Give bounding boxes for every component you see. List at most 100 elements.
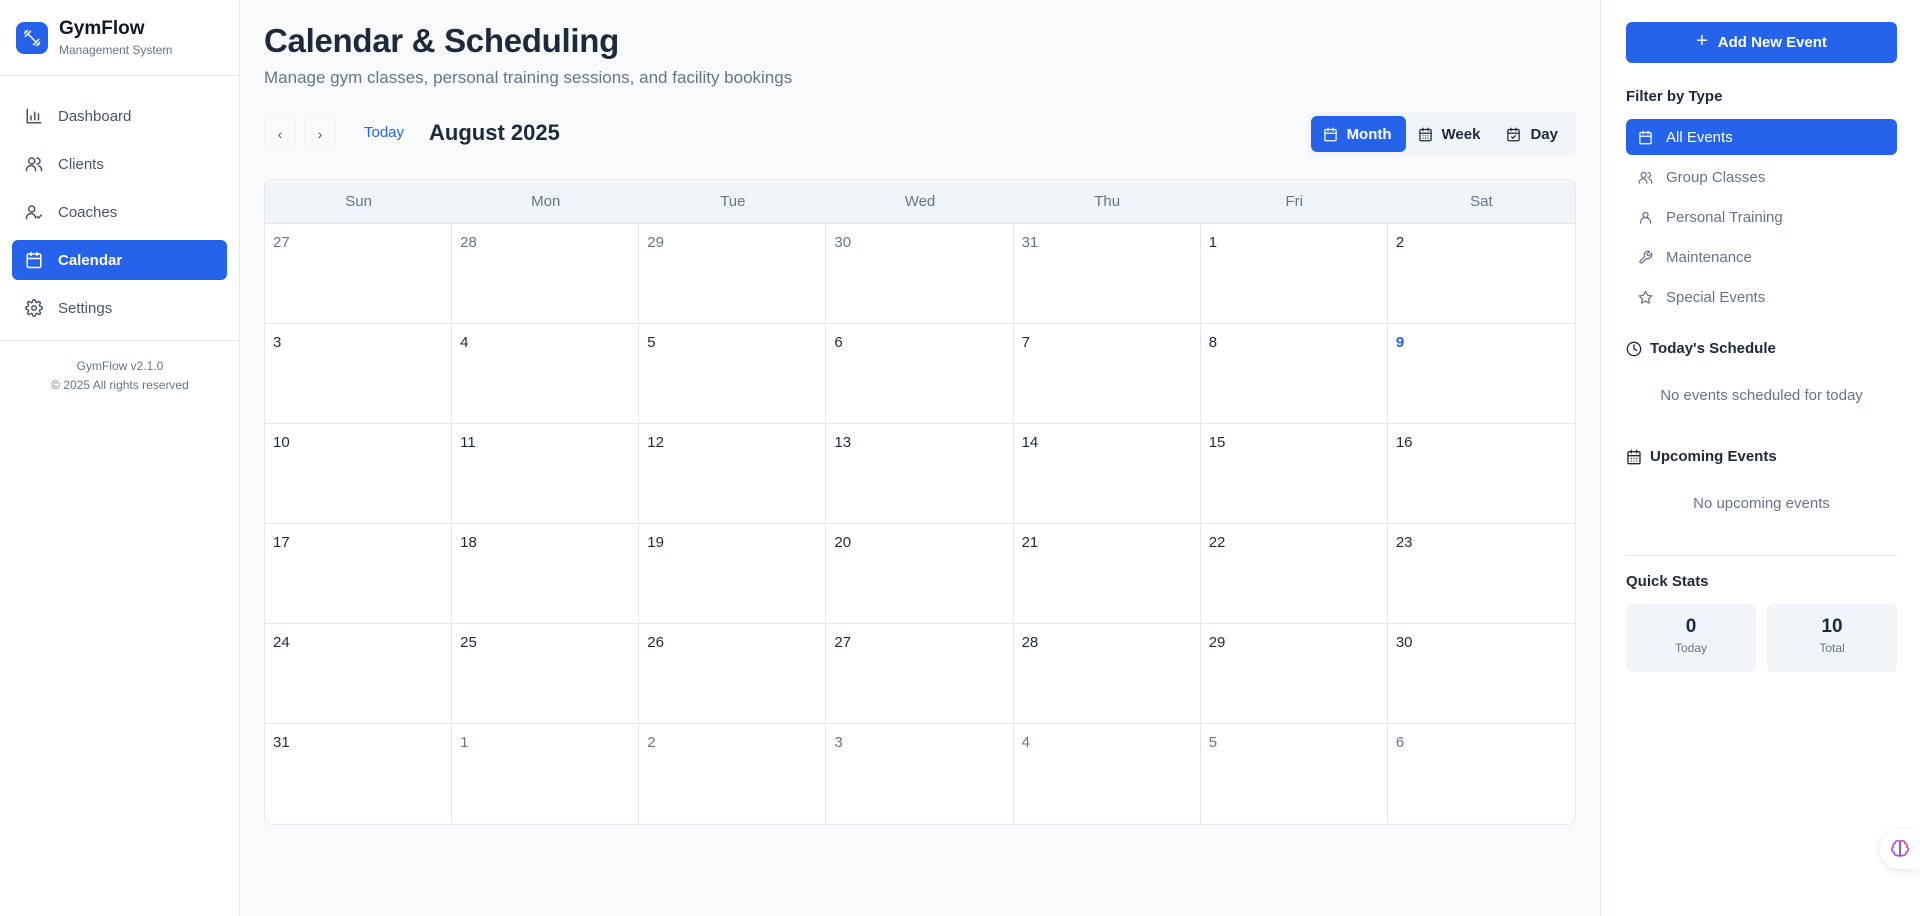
filter-label: Personal Training: [1666, 208, 1783, 226]
calendar-day[interactable]: 4: [1014, 724, 1201, 824]
brand[interactable]: GymFlow Management System: [0, 0, 239, 76]
calendar-day[interactable]: 18: [452, 524, 640, 624]
next-month-button[interactable]: ›: [304, 116, 336, 152]
calendar-day[interactable]: 15: [1200, 424, 1388, 524]
calendar-day[interactable]: 2: [639, 724, 827, 824]
calendar-day[interactable]: 3: [826, 724, 1014, 824]
calendar-day[interactable]: 10: [265, 424, 453, 524]
calendar-day[interactable]: 1: [1200, 224, 1388, 324]
calendar-day[interactable]: 5: [1201, 724, 1388, 824]
assistant-brain-icon[interactable]: [1880, 829, 1920, 869]
stat-today-label: Today: [1674, 641, 1708, 655]
calendar-day[interactable]: 30: [826, 224, 1014, 324]
calendar-day[interactable]: 4: [452, 324, 640, 424]
day-number: 24: [273, 634, 290, 651]
prev-month-button[interactable]: ‹: [264, 116, 296, 152]
weekday-label: Tue: [720, 193, 746, 210]
users-icon: [1638, 169, 1654, 185]
day-number: 21: [1021, 534, 1039, 551]
calendar-day[interactable]: 28: [1013, 624, 1201, 724]
calendar-day[interactable]: 17: [265, 524, 453, 624]
calendar-day[interactable]: 2: [1387, 224, 1575, 324]
calendar-day[interactable]: 23: [1387, 524, 1575, 624]
sidebar-item-calendar[interactable]: Calendar: [12, 240, 227, 280]
calendar-day[interactable]: 13: [826, 424, 1014, 524]
day-number: 16: [1395, 434, 1413, 451]
calendar-day[interactable]: 11: [452, 424, 640, 524]
sidebar-item-coaches[interactable]: Coaches: [12, 192, 227, 232]
calendar-day[interactable]: 6: [826, 324, 1014, 424]
filter-group-classes[interactable]: Group Classes: [1626, 159, 1897, 195]
weekday-label: Mon: [531, 193, 561, 210]
today-button[interactable]: Today: [364, 124, 404, 141]
calendar-icon: [1323, 126, 1339, 142]
view-day-button[interactable]: Day: [1494, 116, 1572, 152]
day-number: 3: [834, 734, 843, 751]
calendar-day[interactable]: 28: [452, 224, 640, 324]
view-week-button[interactable]: Week: [1406, 116, 1495, 152]
day-number: 23: [1395, 534, 1413, 551]
view-month-label: Month: [1346, 125, 1392, 143]
day-number: 18: [460, 534, 477, 551]
add-event-button[interactable]: + Add New Event: [1626, 22, 1897, 63]
calendar-day[interactable]: 29: [639, 224, 827, 324]
chart-icon: [24, 106, 44, 126]
sidebar-nav: Dashboard Clients Coaches Calendar Setti…: [0, 76, 239, 328]
copyright: © 2025 All rights reserved: [51, 378, 189, 392]
calendar-day[interactable]: 16: [1387, 424, 1575, 524]
calendar-day[interactable]: 6: [1388, 724, 1575, 824]
calendar-day[interactable]: 29: [1200, 624, 1388, 724]
sidebar-item-dashboard[interactable]: Dashboard: [12, 96, 227, 136]
calendar-day[interactable]: 7: [1013, 324, 1201, 424]
calendar-day[interactable]: 31: [1013, 224, 1201, 324]
day-number: 29: [1208, 634, 1226, 651]
filter-personal-training[interactable]: Personal Training: [1626, 199, 1897, 235]
filter-special-events[interactable]: Special Events: [1626, 279, 1897, 315]
calendar-day[interactable]: 20: [826, 524, 1014, 624]
filter-maintenance[interactable]: Maintenance: [1626, 239, 1897, 275]
sidebar-footer: GymFlow v2.1.0 © 2025 All rights reserve…: [0, 340, 240, 395]
calendar-day[interactable]: 27: [265, 224, 453, 324]
filter-all-events[interactable]: All Events: [1626, 119, 1897, 155]
plus-icon: +: [1696, 30, 1708, 52]
page-title: Calendar & Scheduling: [264, 22, 619, 59]
calendar-day[interactable]: 12: [639, 424, 827, 524]
wrench-icon: [1638, 249, 1654, 265]
calendar-days-icon: [1626, 449, 1642, 465]
weekday-header: Sun Mon Tue Wed Thu Fri Sat: [265, 180, 1575, 224]
dumbbell-icon: [16, 21, 48, 54]
calendar-day[interactable]: 5: [639, 324, 827, 424]
calendar-day[interactable]: 3: [265, 324, 453, 424]
day-number: 11: [460, 434, 476, 451]
stat-total-value: 10: [1821, 616, 1843, 637]
calendar-day[interactable]: 1: [452, 724, 640, 824]
calendar-day[interactable]: 19: [639, 524, 827, 624]
sidebar-item-settings[interactable]: Settings: [12, 288, 227, 328]
calendar-day[interactable]: 22: [1200, 524, 1388, 624]
weekday-label: Fri: [1285, 193, 1304, 210]
view-week-label: Week: [1441, 125, 1481, 143]
upcoming-events-label: Upcoming Events: [1650, 448, 1777, 465]
calendar-day-today[interactable]: 9: [1387, 324, 1575, 424]
calendar-day[interactable]: 24: [265, 624, 453, 724]
page-subtitle: Manage gym classes, personal training se…: [264, 68, 793, 87]
sidebar-item-label: Calendar: [58, 251, 123, 269]
day-number: 29: [647, 234, 664, 251]
calendar-day[interactable]: 26: [639, 624, 827, 724]
calendar-day[interactable]: 31: [265, 724, 453, 824]
calendar-day[interactable]: 14: [1013, 424, 1201, 524]
sidebar-item-clients[interactable]: Clients: [12, 144, 227, 184]
calendar-day[interactable]: 25: [452, 624, 640, 724]
gear-icon: [24, 298, 44, 318]
calendar-day[interactable]: 21: [1013, 524, 1201, 624]
calendar-day[interactable]: 30: [1387, 624, 1575, 724]
day-number: 20: [834, 534, 852, 551]
day-number: 22: [1208, 534, 1226, 551]
month-calendar: Sun Mon Tue Wed Thu Fri Sat 27 28 29 30 31 1 2…: [264, 179, 1576, 825]
calendar-day[interactable]: 8: [1200, 324, 1388, 424]
star-icon: [1638, 289, 1654, 305]
day-number: 27: [834, 634, 852, 651]
right-panel: + Add New Event Filter by Type All Event…: [1600, 0, 1920, 916]
calendar-day[interactable]: 27: [826, 624, 1014, 724]
view-month-button[interactable]: Month: [1310, 116, 1406, 152]
